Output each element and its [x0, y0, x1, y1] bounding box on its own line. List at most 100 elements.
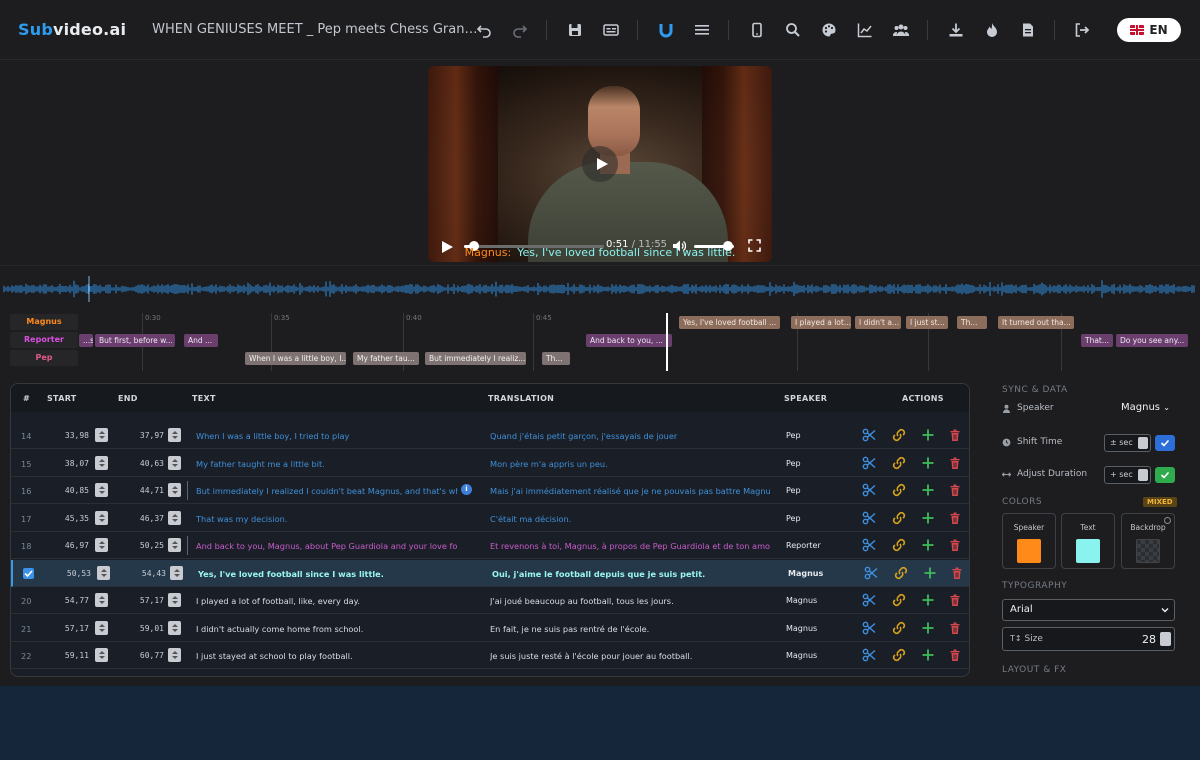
start-time[interactable]: 33,98 [55, 431, 89, 440]
delete-trash-icon[interactable] [948, 648, 962, 662]
end-time[interactable]: 59,01 [130, 624, 164, 633]
link-icon[interactable] [892, 593, 906, 607]
start-time-stepper[interactable] [95, 538, 108, 552]
timeline-chip[interactable]: But first, before w... [95, 334, 175, 347]
table-row[interactable]: 21 57,17 59,01 I didn't actually come ho… [11, 615, 969, 642]
users-icon[interactable] [890, 19, 912, 41]
start-time[interactable]: 45,35 [55, 514, 89, 523]
backdrop-color-swatch[interactable]: Backdrop [1121, 513, 1175, 569]
file-icon[interactable] [1017, 19, 1039, 41]
undo-icon[interactable] [473, 19, 495, 41]
end-time-stepper[interactable] [168, 538, 181, 552]
redo-icon[interactable] [509, 19, 531, 41]
timeline-chip[interactable]: But immediately I realiz... [425, 352, 526, 365]
row-checkbox[interactable] [23, 567, 34, 579]
start-time-stepper[interactable] [95, 593, 108, 607]
add-row-icon[interactable] [921, 456, 935, 470]
start-time-stepper[interactable] [95, 510, 108, 525]
timeline-chip[interactable]: That... [1081, 334, 1113, 347]
delete-trash-icon[interactable] [948, 593, 962, 607]
magnet-icon[interactable] [655, 19, 677, 41]
adjust-duration-input[interactable]: + sec [1104, 466, 1151, 484]
end-time-stepper[interactable] [168, 510, 181, 525]
end-time-stepper[interactable] [170, 565, 183, 580]
start-time-stepper[interactable] [95, 428, 108, 442]
link-icon[interactable] [892, 538, 906, 552]
table-row[interactable]: 14 33,98 37,97 When I was a little boy, … [11, 422, 969, 449]
timeline-chip[interactable]: My father tau... [353, 352, 419, 365]
speaker-cell[interactable]: Reporter [786, 541, 821, 550]
end-time[interactable]: 37,97 [130, 431, 164, 440]
play-overlay-button[interactable] [582, 146, 618, 182]
shift-time-apply-button[interactable] [1155, 435, 1175, 451]
end-time-stepper[interactable] [168, 648, 181, 662]
end-time[interactable]: 57,17 [130, 596, 164, 605]
end-time-stepper[interactable] [168, 428, 181, 442]
table-row[interactable]: 22 59,11 60,77 I just stayed at school t… [11, 642, 969, 669]
start-time-stepper[interactable] [95, 620, 108, 635]
start-time[interactable]: 59,11 [55, 651, 89, 660]
split-scissors-icon[interactable] [862, 428, 876, 442]
link-icon[interactable] [892, 511, 906, 525]
app-logo[interactable]: Subvideo.ai [18, 20, 126, 39]
link-icon[interactable] [892, 648, 906, 662]
subtitle-text-cell[interactable]: Yes, I've loved football since I was lit… [198, 569, 460, 579]
translation-cell[interactable]: Oui, j'aime le football depuis que je su… [492, 569, 772, 579]
table-row[interactable]: 50,53 54,43 Yes, I've loved football sin… [11, 559, 969, 587]
start-time-stepper[interactable] [95, 455, 108, 470]
subtitle-text-cell[interactable]: I just stayed at school to play football… [196, 651, 458, 661]
start-time[interactable]: 40,85 [55, 486, 89, 495]
translation-cell[interactable]: C'était ma décision. [490, 514, 770, 524]
save-icon[interactable] [564, 19, 586, 41]
palette-icon[interactable] [818, 19, 840, 41]
subtitle-text-cell[interactable]: And back to you, Magnus, about Pep Guard… [196, 541, 458, 551]
end-time-stepper[interactable] [168, 593, 181, 607]
info-icon[interactable]: i [461, 484, 472, 495]
timeline-chip[interactable]: I just st... [906, 316, 948, 329]
link-icon[interactable] [892, 456, 906, 470]
add-row-icon[interactable] [921, 511, 935, 525]
delete-trash-icon[interactable] [948, 621, 962, 635]
timeline-chip[interactable]: ...se [79, 334, 93, 347]
add-row-icon[interactable] [923, 566, 937, 580]
end-time-stepper[interactable] [168, 620, 181, 635]
subtitle-timeline[interactable]: 0:30 0:35 0:40 0:45 Magnus Reporter Pep … [0, 311, 1200, 373]
text-color-swatch[interactable]: Text [1061, 513, 1115, 569]
font-size-stepper[interactable] [1160, 632, 1171, 646]
speaker-cell[interactable]: Magnus [786, 596, 817, 605]
speaker-cell[interactable]: Magnus [788, 569, 823, 578]
chart-icon[interactable] [854, 19, 876, 41]
translation-cell[interactable]: J'ai joué beaucoup au football, tous les… [490, 596, 770, 606]
timeline-chip[interactable]: I played a lot... [791, 316, 851, 329]
add-row-icon[interactable] [921, 428, 935, 442]
download-icon[interactable] [945, 19, 967, 41]
speaker-cell[interactable]: Pep [786, 514, 801, 523]
link-icon[interactable] [892, 621, 906, 635]
start-time[interactable]: 50,53 [57, 569, 91, 578]
menu-icon[interactable] [691, 19, 713, 41]
burn-icon[interactable] [981, 19, 1003, 41]
split-scissors-icon[interactable] [862, 483, 876, 497]
speaker-color-swatch[interactable]: Speaker [1002, 513, 1056, 569]
link-icon[interactable] [894, 566, 908, 580]
subtitle-text-cell[interactable]: When I was a little boy, I tried to play [196, 431, 458, 441]
timeline-chip[interactable]: It turned out tha... [998, 316, 1074, 329]
logout-icon[interactable] [1071, 19, 1093, 41]
start-time-stepper[interactable] [97, 565, 110, 580]
start-time[interactable]: 38,07 [55, 459, 89, 468]
timeline-chip[interactable]: And ... [184, 334, 218, 347]
shift-time-stepper[interactable] [1138, 437, 1148, 449]
link-icon[interactable] [892, 483, 906, 497]
start-time[interactable]: 54,77 [55, 596, 89, 605]
translation-cell[interactable]: Mon père m'a appris un peu. [490, 459, 770, 469]
subtitle-text-cell[interactable]: That was my decision. [196, 514, 458, 524]
end-time[interactable]: 46,37 [130, 514, 164, 523]
add-row-icon[interactable] [921, 483, 935, 497]
add-row-icon[interactable] [921, 538, 935, 552]
add-row-icon[interactable] [921, 593, 935, 607]
translation-cell[interactable]: Quand j'étais petit garçon, j'essayais d… [490, 431, 770, 441]
link-icon[interactable] [892, 428, 906, 442]
end-time-stepper[interactable] [168, 483, 181, 497]
adjust-duration-stepper[interactable] [1138, 469, 1148, 481]
end-time[interactable]: 54,43 [132, 569, 166, 578]
